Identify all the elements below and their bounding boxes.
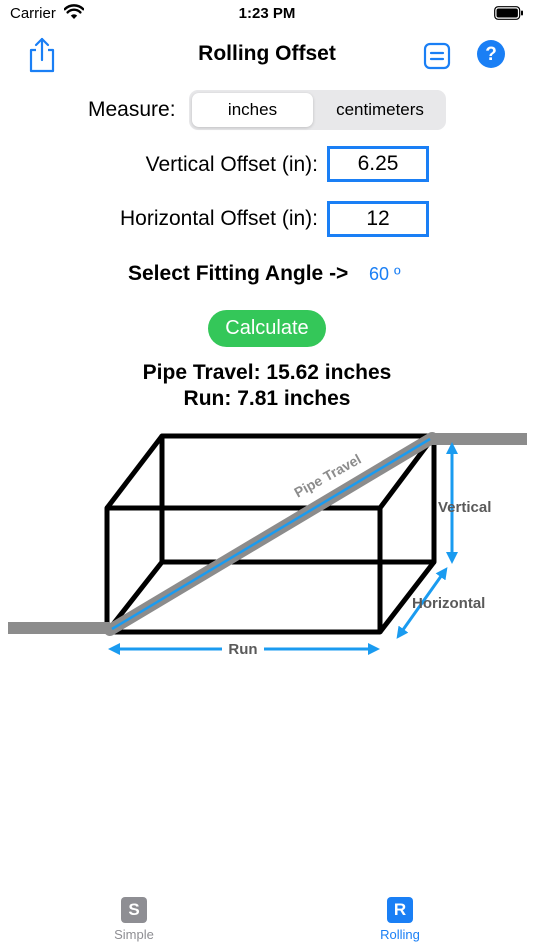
fitting-angle-picker[interactable]: 60 º <box>369 264 401 285</box>
simple-tab-icon: S <box>121 897 147 923</box>
result-run: Run: 7.81 inches <box>183 387 351 410</box>
tab-simple[interactable]: S Simple <box>95 897 173 947</box>
segment-inches[interactable]: inches <box>192 93 313 127</box>
tab-simple-label: Simple <box>114 927 154 942</box>
segment-centimeters[interactable]: centimeters <box>317 93 443 127</box>
vertical-offset-label: Vertical Offset (in): <box>145 153 318 176</box>
horizontal-label: Horizontal <box>412 595 485 612</box>
list-icon <box>423 42 451 70</box>
tab-rolling[interactable]: R Rolling <box>361 897 439 947</box>
measure-label: Measure: <box>88 98 176 121</box>
page-title: Rolling Offset <box>198 42 336 65</box>
run-label: Run <box>228 641 257 658</box>
rolling-offset-diagram: Pipe Travel Vertical Horizontal Run <box>8 432 527 658</box>
status-time: 1:23 PM <box>238 5 296 22</box>
rolling-tab-icon: R <box>387 897 413 923</box>
tab-rolling-label: Rolling <box>380 927 420 942</box>
help-button[interactable]: ? <box>477 40 505 68</box>
list-button[interactable] <box>423 42 451 70</box>
vertical-offset-input[interactable] <box>327 146 429 182</box>
pipe-travel-label: Pipe Travel <box>291 451 363 501</box>
calculate-button[interactable]: Calculate <box>208 310 326 347</box>
result-pipe-travel: Pipe Travel: 15.62 inches <box>142 361 392 384</box>
horizontal-offset-label: Horizontal Offset (in): <box>119 207 318 230</box>
vertical-label: Vertical <box>438 499 491 516</box>
measure-segmented-control: inches centimeters <box>189 90 446 130</box>
horizontal-offset-input[interactable] <box>327 201 429 237</box>
battery-icon <box>494 6 523 20</box>
fitting-angle-label: Select Fitting Angle -> <box>128 262 349 285</box>
